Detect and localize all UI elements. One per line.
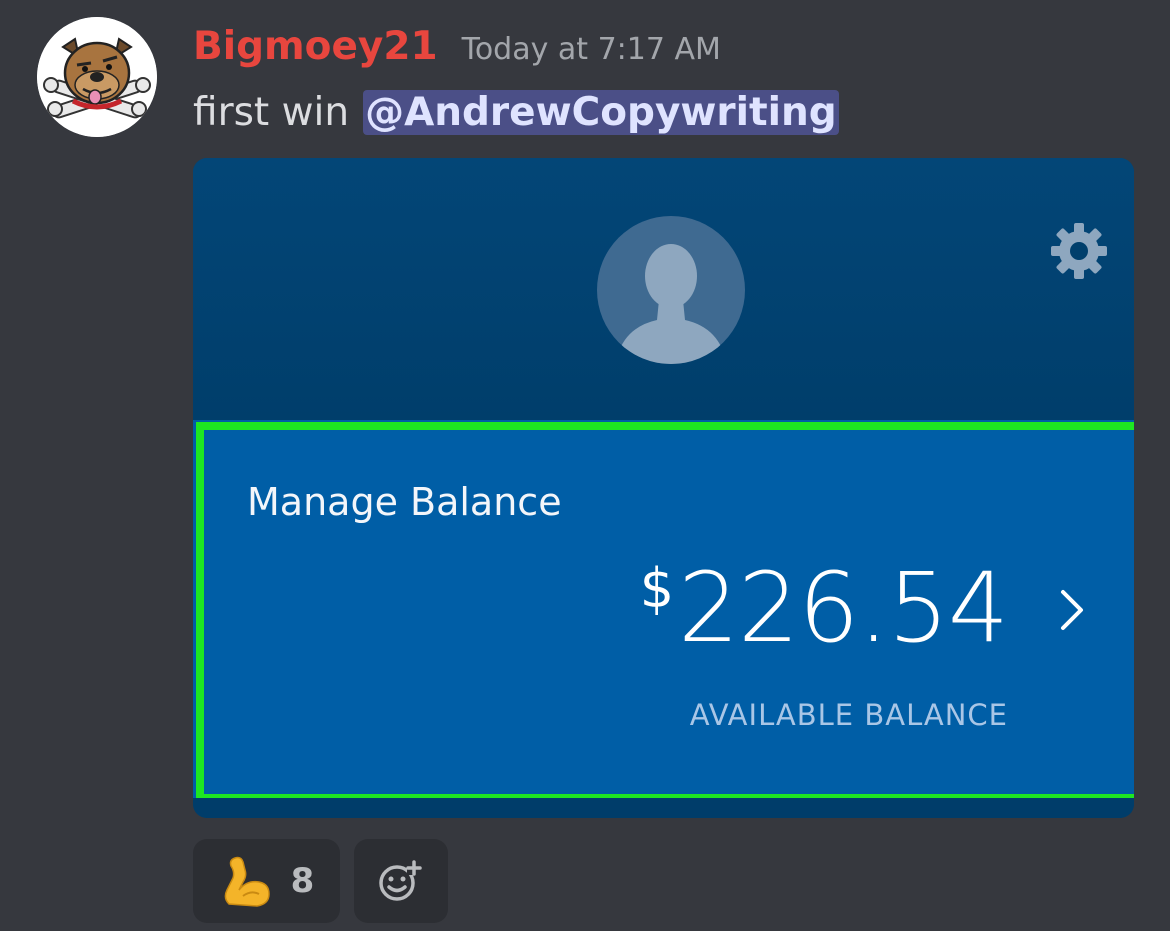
message-header: Bigmoey21 Today at 7:17 AM — [193, 24, 721, 80]
gear-icon[interactable] — [1049, 221, 1109, 281]
author-username[interactable]: Bigmoey21 — [193, 24, 438, 69]
reaction-count: 8 — [290, 861, 315, 901]
currency-symbol: $ — [639, 557, 675, 620]
reactions-bar: 8 — [193, 839, 448, 923]
attachment-footer-area — [193, 798, 1134, 818]
manage-balance-label: Manage Balance — [247, 480, 562, 524]
balance-amount: $ 226.54 — [639, 548, 1009, 668]
chevron-right-icon[interactable] — [1055, 586, 1089, 634]
bulldog-avatar-icon — [37, 17, 157, 137]
image-attachment[interactable]: Manage Balance $ 226.54 AVAILABLE BALANC… — [193, 158, 1134, 818]
user-mention[interactable]: @AndrewCopywriting — [363, 89, 839, 135]
message-text: first win — [193, 89, 350, 135]
message-content: first win @AndrewCopywriting — [193, 84, 839, 140]
balance-value: 226.54 — [678, 552, 1009, 664]
default-profile-icon — [597, 216, 745, 364]
flexed-biceps-icon — [224, 856, 270, 907]
add-reaction-button[interactable] — [354, 839, 448, 923]
chat-message: Bigmoey21 Today at 7:17 AM first win @An… — [0, 0, 1170, 931]
reaction-flexed-biceps[interactable]: 8 — [193, 839, 340, 923]
add-reaction-icon — [379, 860, 422, 901]
user-avatar[interactable] — [37, 17, 157, 137]
available-balance-label: AVAILABLE BALANCE — [689, 698, 1008, 732]
message-timestamp: Today at 7:17 AM — [461, 32, 721, 67]
